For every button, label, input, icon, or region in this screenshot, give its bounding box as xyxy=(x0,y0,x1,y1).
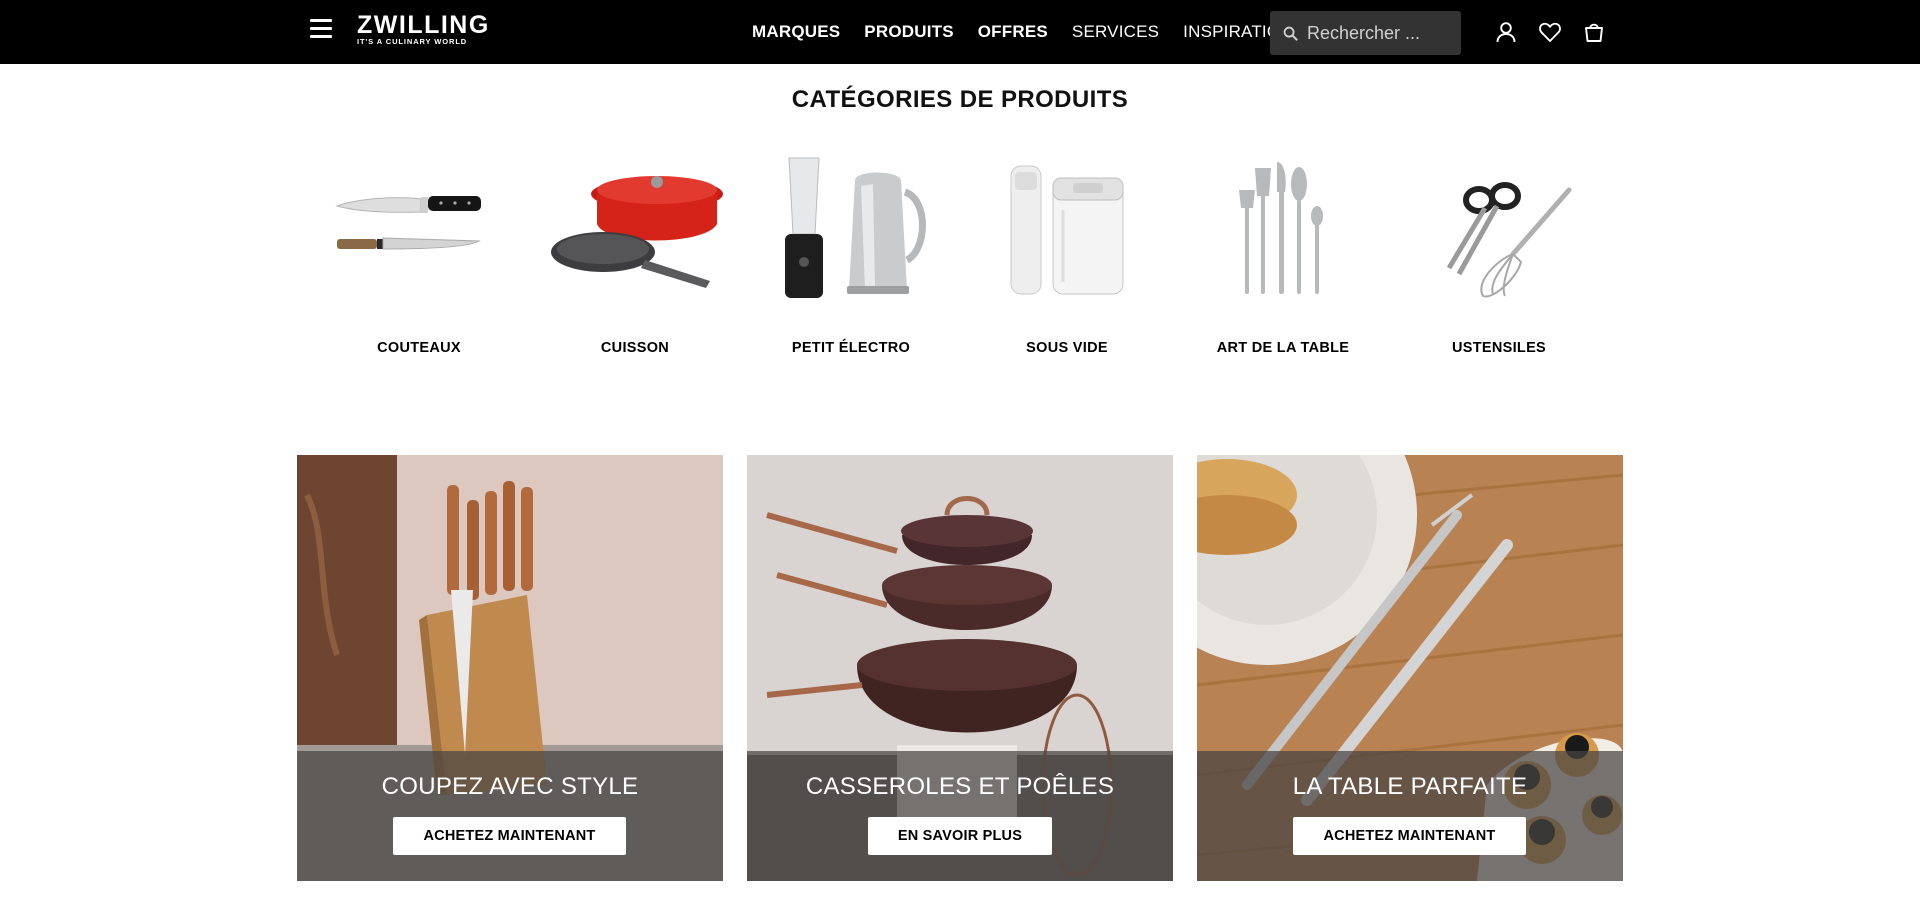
category-sous-vide[interactable]: SOUS VIDE xyxy=(977,150,1157,356)
category-label: PETIT ÉLECTRO xyxy=(791,340,911,356)
category-ustensiles[interactable]: USTENSILES xyxy=(1409,150,1589,356)
category-label: ART DE LA TABLE xyxy=(1216,340,1350,356)
promo-tile-knives[interactable]: COUPEZ AVEC STYLE ACHETEZ MAINTENANT xyxy=(297,455,723,881)
promo-overlay xyxy=(1197,751,1623,881)
nav-item-marques[interactable]: MARQUES xyxy=(752,22,840,42)
shopping-bag-icon[interactable] xyxy=(1582,20,1606,44)
section-title: CATÉGORIES DE PRODUITS xyxy=(791,86,1129,113)
account-actions xyxy=(1494,20,1606,44)
nav-item-services[interactable]: SERVICES xyxy=(1072,22,1159,42)
top-navigation-bar: ZWILLING IT'S A CULINARY WORLD MARQUES P… xyxy=(0,0,1920,64)
search-input[interactable] xyxy=(1307,22,1457,44)
menu-icon[interactable] xyxy=(310,19,332,41)
promo-tile-table[interactable]: LA TABLE PARFAITE ACHETEZ MAINTENANT xyxy=(1197,455,1623,881)
nav-item-produits[interactable]: PRODUITS xyxy=(864,22,953,42)
learn-more-button[interactable]: EN SAVOIR PLUS xyxy=(868,817,1052,855)
small-appliances-icon xyxy=(785,157,926,298)
promo-tile-cookware[interactable]: CASSEROLES ET POÊLES EN SAVOIR PLUS xyxy=(747,455,1173,881)
category-label: USTENSILES xyxy=(1451,340,1547,356)
search-icon xyxy=(1283,26,1298,41)
category-couteaux[interactable]: COUTEAUX xyxy=(329,150,509,356)
logo-wordmark: ZWILLING xyxy=(357,11,490,39)
brand-logo[interactable]: ZWILLING IT'S A CULINARY WORLD xyxy=(357,13,490,47)
cookware-icon xyxy=(551,176,723,288)
promo-overlay xyxy=(297,751,723,881)
knives-icon xyxy=(335,196,481,250)
promo-headline: COUPEZ AVEC STYLE xyxy=(381,773,639,800)
shop-now-button[interactable]: ACHETEZ MAINTENANT xyxy=(393,817,626,855)
account-icon[interactable] xyxy=(1494,20,1518,44)
category-label: CUISSON xyxy=(600,340,670,356)
category-label: SOUS VIDE xyxy=(1026,340,1108,356)
cutlery-icon xyxy=(1239,162,1323,294)
category-petit-electro[interactable]: PETIT ÉLECTRO xyxy=(761,150,941,356)
search-box[interactable] xyxy=(1270,11,1461,55)
nav-item-offres[interactable]: OFFRES xyxy=(978,22,1048,42)
main-nav: MARQUES PRODUITS OFFRES SERVICES INSPIRA… xyxy=(752,0,1293,64)
kitchen-tools-icon xyxy=(1446,182,1572,298)
promo-headline: CASSEROLES ET POÊLES xyxy=(805,773,1115,800)
shop-now-button[interactable]: ACHETEZ MAINTENANT xyxy=(1293,817,1526,855)
promo-overlay xyxy=(747,751,1173,881)
category-art-de-la-table[interactable]: ART DE LA TABLE xyxy=(1193,150,1373,356)
category-cuisson[interactable]: CUISSON xyxy=(545,150,725,356)
promo-headline: LA TABLE PARFAITE xyxy=(1292,773,1528,800)
wishlist-heart-icon[interactable] xyxy=(1538,20,1562,44)
vacuum-container-icon xyxy=(1010,165,1124,295)
category-label: COUTEAUX xyxy=(377,340,461,356)
